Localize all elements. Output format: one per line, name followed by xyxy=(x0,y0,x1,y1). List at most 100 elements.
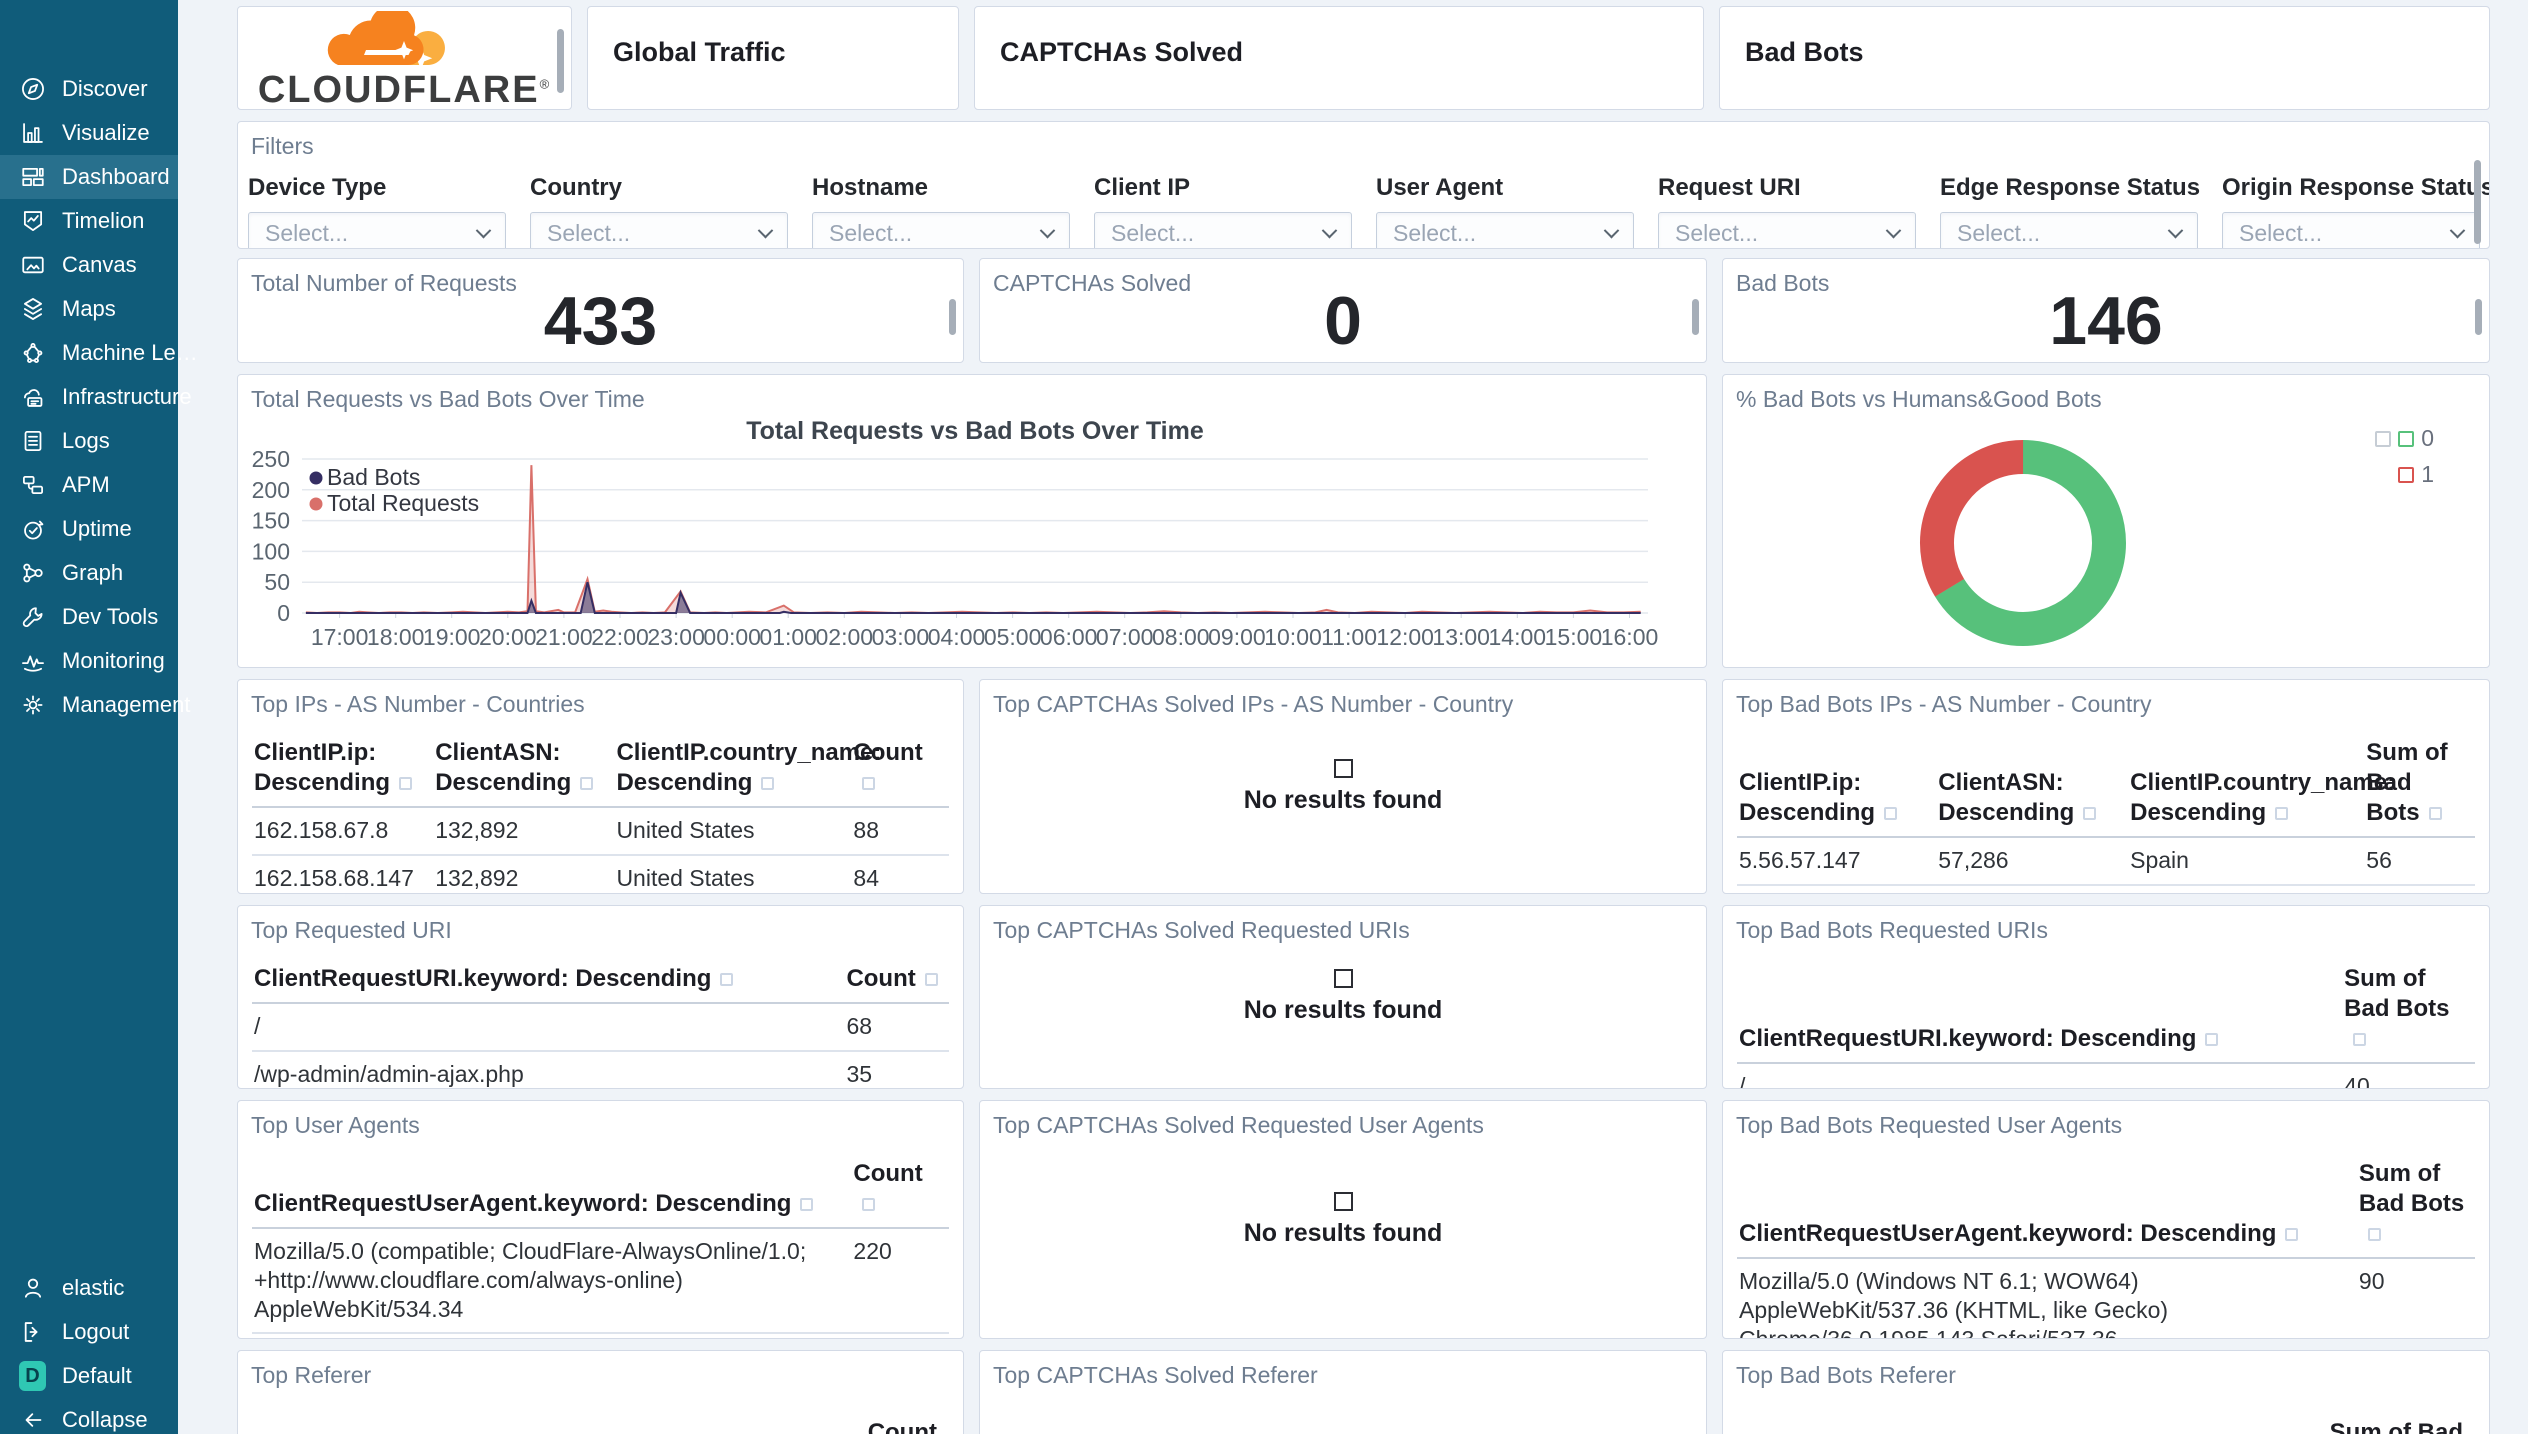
table-column-header[interactable]: ClientIP.ip: Descending xyxy=(1737,762,1936,836)
sort-icon xyxy=(580,777,594,790)
x-axis-tick-label: 07:00 xyxy=(1096,624,1154,650)
table-partial-header[interactable]: Sum of Bad xyxy=(2330,1419,2463,1434)
table-column-header[interactable]: Sum of Bad Bots xyxy=(2342,958,2475,1062)
sidebar-item-timelion[interactable]: Timelion xyxy=(0,199,178,243)
filter-select-origin-response-status[interactable]: Select... xyxy=(2222,212,2480,248)
table-panel-title: Top Bad Bots Requested User Agents xyxy=(1736,1112,2123,1138)
filter-select-request-uri[interactable]: Select... xyxy=(1658,212,1916,248)
table-column-header[interactable]: Sum of Bad Bots xyxy=(2364,732,2475,836)
sidebar-item-infrastructure[interactable]: Infrastructure xyxy=(0,375,192,419)
sidebar-item-label: Dashboard xyxy=(62,164,170,189)
filter-select-client-ip[interactable]: Select... xyxy=(1094,212,1352,248)
filter-select-device-type[interactable]: Select... xyxy=(248,212,506,248)
filter-label: Origin Response Status xyxy=(2222,174,2490,201)
donut-legend-item-0[interactable]: 0 xyxy=(2375,425,2434,452)
x-axis-tick-label: 23:00 xyxy=(647,624,705,650)
legend-color-box-icon xyxy=(2398,430,2415,447)
table-column-header[interactable]: Count xyxy=(851,732,949,806)
captchas-solved-panel: CAPTCHAs Solved xyxy=(974,6,1704,110)
monitoring-icon xyxy=(19,648,46,675)
table-column-header[interactable]: Count xyxy=(851,1153,949,1227)
no-results-text: No results found xyxy=(1243,785,1443,814)
sidebar-item-visualize[interactable]: Visualize xyxy=(0,111,178,155)
sidebar: Discover Visualize Dashboard Timelion Canvas… xyxy=(0,0,198,1434)
apm-icon xyxy=(19,472,46,499)
no-results-text: No results found xyxy=(1243,1218,1443,1247)
sidebar-footer-default[interactable]: D Default xyxy=(0,1354,178,1398)
sidebar-item-discover[interactable]: Discover xyxy=(0,67,178,111)
table-row: Mozilla/5.0 (compatible; CloudFlare-Alwa… xyxy=(252,1229,949,1335)
sidebar-item-uptime[interactable]: Uptime xyxy=(0,507,178,551)
filter-country: Country Select... xyxy=(530,174,788,248)
x-axis-tick-label: 18:00 xyxy=(367,624,425,650)
table-column-header[interactable]: ClientRequestUserAgent.keyword: Descendi… xyxy=(252,1183,851,1227)
table-column-header[interactable]: ClientASN: Descending xyxy=(1936,762,2128,836)
filter-select-user-agent[interactable]: Select... xyxy=(1376,212,1634,248)
sidebar-item-management[interactable]: Management xyxy=(0,683,190,727)
table-cell: / xyxy=(1739,1073,1746,1089)
filter-request-uri: Request URI Select... xyxy=(1658,174,1916,248)
sort-icon xyxy=(399,777,413,790)
x-axis-tick-label: 15:00 xyxy=(1545,624,1603,650)
sort-icon xyxy=(720,973,734,986)
table-column-header[interactable]: Count xyxy=(844,958,949,1002)
table-column-header[interactable]: ClientIP.country_name: Descending xyxy=(614,732,881,806)
table-column-header[interactable]: ClientIP.country_name: Descending xyxy=(2128,762,2395,836)
logs-icon xyxy=(19,428,46,455)
dashboard-main: CLOUDFLARE® Global Traffic CAPTCHAs Solv… xyxy=(178,0,2528,1434)
donut-legend: 01 xyxy=(2375,425,2434,488)
table-column-header[interactable]: ClientRequestURI.keyword: Descending xyxy=(252,958,844,1002)
table-column-header[interactable]: ClientRequestUserAgent.keyword: Descendi… xyxy=(1737,1213,2357,1257)
donut-chart-panel: % Bad Bots vs Humans&Good Bots 01 xyxy=(1722,374,2490,668)
sort-icon xyxy=(1884,807,1898,820)
management-icon xyxy=(19,692,46,719)
scrollbar[interactable] xyxy=(2474,160,2481,244)
sidebar-item-dashboard[interactable]: Dashboard xyxy=(0,155,178,199)
scrollbar[interactable] xyxy=(557,29,564,93)
scrollbar[interactable] xyxy=(949,299,956,335)
table-cell: 40 xyxy=(2344,1073,2370,1089)
table-row: 178.128.193.15814,061Netherlands54 xyxy=(1737,886,2475,893)
table-row: / 40 xyxy=(1737,1064,2475,1089)
cloudflare-cloud-icon xyxy=(327,11,445,70)
filter-origin-response-status: Origin Response Status Select... xyxy=(2222,174,2490,248)
sidebar-item-graph[interactable]: Graph xyxy=(0,551,178,595)
sidebar-item-dev-tools[interactable]: Dev Tools xyxy=(0,595,178,639)
legend-item-total-requests[interactable]: Total Requests xyxy=(309,490,480,516)
table-cell: 5.56.57.147 xyxy=(1739,847,1861,873)
donut-legend-item-1[interactable]: 1 xyxy=(2398,461,2434,488)
x-axis-tick-label: 11:00 xyxy=(1321,624,1377,650)
x-axis-tick-label: 10:00 xyxy=(1264,624,1322,650)
sidebar-item-logs[interactable]: Logs xyxy=(0,419,178,463)
table-panel-top-captchas-solved-ips-as-number-country: Top CAPTCHAs Solved IPs - AS Number - Co… xyxy=(979,679,1707,894)
sidebar-item-canvas[interactable]: Canvas xyxy=(0,243,178,287)
table-panel-top-referer: Top Referer Count xyxy=(237,1350,964,1434)
table-cell: Spain xyxy=(2130,847,2189,873)
sidebar-item-maps[interactable]: Maps xyxy=(0,287,178,331)
table-panel-top-bad-bots-ips-as-number-country: Top Bad Bots IPs - AS Number - Country Cl… xyxy=(1722,679,2490,894)
sidebar-footer-collapse[interactable]: Collapse xyxy=(0,1398,178,1434)
sidebar-item-monitoring[interactable]: Monitoring xyxy=(0,639,178,683)
legend-item-bad-bots[interactable]: Bad Bots xyxy=(309,464,421,490)
table-row: 162.158.67.8 132,892 United States 88 xyxy=(252,808,949,856)
table-row: /wp-admin/admin-ajax.php 35 xyxy=(252,1052,949,1088)
table-cell: 178.128.193.158 xyxy=(1737,886,1936,893)
table-cell: 162.158.68.147 xyxy=(254,864,414,891)
table-column-header[interactable]: ClientIP.ip: Descending xyxy=(252,732,433,806)
no-results-icon xyxy=(1333,1191,1353,1211)
sidebar-item-machine-le[interactable]: Machine Le… xyxy=(0,331,198,375)
table-column-header[interactable]: ClientASN: Descending xyxy=(433,732,614,806)
chart-inner-title: Total Requests vs Bad Bots Over Time xyxy=(746,417,1204,445)
table-column-header[interactable]: Sum of Bad Bots xyxy=(2357,1153,2475,1257)
filter-select-country[interactable]: Select... xyxy=(530,212,788,248)
scrollbar[interactable] xyxy=(1692,299,1699,335)
filter-select-edge-response-status[interactable]: Select... xyxy=(1940,212,2198,248)
table-column-header[interactable]: ClientRequestURI.keyword: Descending xyxy=(1737,1018,2342,1062)
sidebar-footer-logout[interactable]: Logout xyxy=(0,1310,178,1354)
scrollbar[interactable] xyxy=(2475,299,2482,335)
sidebar-item-apm[interactable]: APM xyxy=(0,463,178,507)
sidebar-footer-elastic[interactable]: elastic xyxy=(0,1266,178,1310)
table-panel-top-bad-bots-referer: Top Bad Bots Referer Sum of Bad xyxy=(1722,1350,2490,1434)
filter-select-hostname[interactable]: Select... xyxy=(812,212,1070,248)
table-partial-header[interactable]: Count xyxy=(868,1419,937,1434)
